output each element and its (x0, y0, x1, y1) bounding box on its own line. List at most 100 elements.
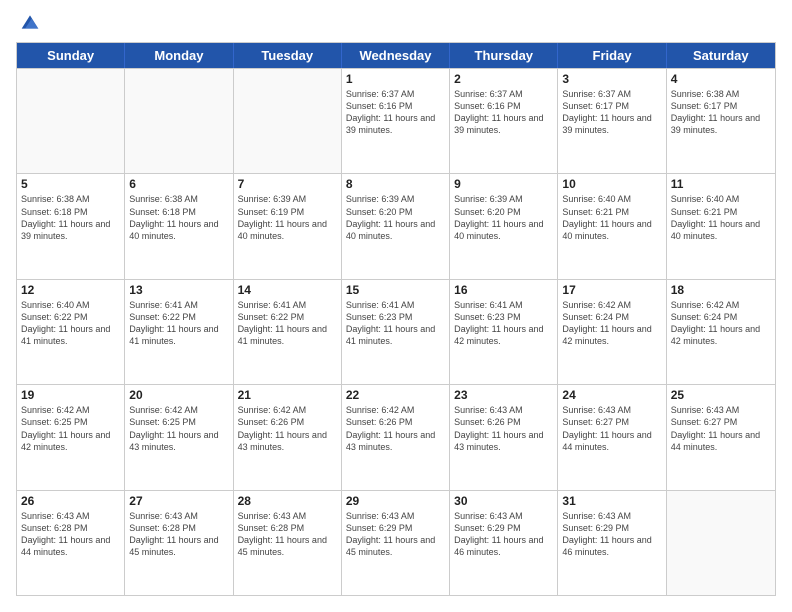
day-info: Sunrise: 6:37 AM Sunset: 6:16 PM Dayligh… (346, 88, 445, 137)
day-cell-20: 20 Sunrise: 6:42 AM Sunset: 6:25 PM Dayli… (125, 385, 233, 489)
day-cell-4: 4 Sunrise: 6:38 AM Sunset: 6:17 PM Daylig… (667, 69, 775, 173)
day-info: Sunrise: 6:39 AM Sunset: 6:19 PM Dayligh… (238, 193, 337, 242)
day-info: Sunrise: 6:42 AM Sunset: 6:25 PM Dayligh… (129, 404, 228, 453)
day-number: 2 (454, 72, 553, 86)
day-number: 16 (454, 283, 553, 297)
empty-cell (234, 69, 342, 173)
day-number: 15 (346, 283, 445, 297)
calendar-week-3: 12 Sunrise: 6:40 AM Sunset: 6:22 PM Dayli… (17, 279, 775, 384)
day-info: Sunrise: 6:41 AM Sunset: 6:23 PM Dayligh… (346, 299, 445, 348)
day-number: 31 (562, 494, 661, 508)
day-number: 22 (346, 388, 445, 402)
day-number: 27 (129, 494, 228, 508)
day-info: Sunrise: 6:38 AM Sunset: 6:18 PM Dayligh… (129, 193, 228, 242)
day-number: 1 (346, 72, 445, 86)
day-number: 9 (454, 177, 553, 191)
header-cell-monday: Monday (125, 43, 233, 68)
day-number: 3 (562, 72, 661, 86)
day-cell-18: 18 Sunrise: 6:42 AM Sunset: 6:24 PM Dayli… (667, 280, 775, 384)
day-info: Sunrise: 6:39 AM Sunset: 6:20 PM Dayligh… (346, 193, 445, 242)
day-number: 12 (21, 283, 120, 297)
day-cell-27: 27 Sunrise: 6:43 AM Sunset: 6:28 PM Dayli… (125, 491, 233, 595)
day-info: Sunrise: 6:41 AM Sunset: 6:23 PM Dayligh… (454, 299, 553, 348)
day-info: Sunrise: 6:41 AM Sunset: 6:22 PM Dayligh… (129, 299, 228, 348)
calendar-week-5: 26 Sunrise: 6:43 AM Sunset: 6:28 PM Dayli… (17, 490, 775, 595)
day-number: 19 (21, 388, 120, 402)
day-info: Sunrise: 6:40 AM Sunset: 6:21 PM Dayligh… (671, 193, 771, 242)
header-cell-saturday: Saturday (667, 43, 775, 68)
calendar-week-2: 5 Sunrise: 6:38 AM Sunset: 6:18 PM Daylig… (17, 173, 775, 278)
day-cell-24: 24Sunrise: 6:43 AM Sunset: 6:27 PM Dayli… (558, 385, 666, 489)
day-cell-16: 16 Sunrise: 6:41 AM Sunset: 6:23 PM Dayli… (450, 280, 558, 384)
day-number: 14 (238, 283, 337, 297)
day-cell-6: 6Sunrise: 6:38 AM Sunset: 6:18 PM Daylig… (125, 174, 233, 278)
day-number: 13 (129, 283, 228, 297)
empty-cell (17, 69, 125, 173)
calendar: SundayMondayTuesdayWednesdayThursdayFrid… (16, 42, 776, 596)
day-info: Sunrise: 6:38 AM Sunset: 6:17 PM Dayligh… (671, 88, 771, 137)
day-info: Sunrise: 6:41 AM Sunset: 6:22 PM Dayligh… (238, 299, 337, 348)
logo (16, 16, 40, 32)
day-info: Sunrise: 6:42 AM Sunset: 6:24 PM Dayligh… (562, 299, 661, 348)
day-cell-7: 7 Sunrise: 6:39 AM Sunset: 6:19 PM Daylig… (234, 174, 342, 278)
day-number: 25 (671, 388, 771, 402)
header-cell-friday: Friday (558, 43, 666, 68)
day-cell-17: 17 Sunrise: 6:42 AM Sunset: 6:24 PM Dayli… (558, 280, 666, 384)
day-cell-15: 15 Sunrise: 6:41 AM Sunset: 6:23 PM Dayli… (342, 280, 450, 384)
day-info: Sunrise: 6:42 AM Sunset: 6:25 PM Dayligh… (21, 404, 120, 453)
day-info: Sunrise: 6:37 AM Sunset: 6:17 PM Dayligh… (562, 88, 661, 137)
day-number: 17 (562, 283, 661, 297)
day-info: Sunrise: 6:42 AM Sunset: 6:26 PM Dayligh… (346, 404, 445, 453)
day-cell-5: 5 Sunrise: 6:38 AM Sunset: 6:18 PM Daylig… (17, 174, 125, 278)
day-number: 26 (21, 494, 120, 508)
day-cell-1: 1 Sunrise: 6:37 AM Sunset: 6:16 PM Daylig… (342, 69, 450, 173)
calendar-week-1: 1 Sunrise: 6:37 AM Sunset: 6:16 PM Daylig… (17, 68, 775, 173)
day-info: Sunrise: 6:43 AM Sunset: 6:26 PM Dayligh… (454, 404, 553, 453)
header-cell-tuesday: Tuesday (234, 43, 342, 68)
day-cell-25: 25 Sunrise: 6:43 AM Sunset: 6:27 PM Dayli… (667, 385, 775, 489)
day-number: 24 (562, 388, 661, 402)
day-cell-12: 12 Sunrise: 6:40 AM Sunset: 6:22 PM Dayli… (17, 280, 125, 384)
day-cell-30: 30Sunrise: 6:43 AM Sunset: 6:29 PM Dayli… (450, 491, 558, 595)
calendar-header: SundayMondayTuesdayWednesdayThursdayFrid… (17, 43, 775, 68)
day-number: 20 (129, 388, 228, 402)
header (16, 16, 776, 32)
day-info: Sunrise: 6:40 AM Sunset: 6:21 PM Dayligh… (562, 193, 661, 242)
day-info: Sunrise: 6:38 AM Sunset: 6:18 PM Dayligh… (21, 193, 120, 242)
day-cell-10: 10 Sunrise: 6:40 AM Sunset: 6:21 PM Dayli… (558, 174, 666, 278)
logo-icon (20, 12, 40, 32)
day-number: 18 (671, 283, 771, 297)
day-info: Sunrise: 6:42 AM Sunset: 6:26 PM Dayligh… (238, 404, 337, 453)
page: SundayMondayTuesdayWednesdayThursdayFrid… (0, 0, 792, 612)
day-cell-29: 29Sunrise: 6:43 AM Sunset: 6:29 PM Dayli… (342, 491, 450, 595)
day-number: 10 (562, 177, 661, 191)
day-info: Sunrise: 6:39 AM Sunset: 6:20 PM Dayligh… (454, 193, 553, 242)
day-info: Sunrise: 6:42 AM Sunset: 6:24 PM Dayligh… (671, 299, 771, 348)
calendar-week-4: 19 Sunrise: 6:42 AM Sunset: 6:25 PM Dayli… (17, 384, 775, 489)
header-cell-thursday: Thursday (450, 43, 558, 68)
day-cell-14: 14 Sunrise: 6:41 AM Sunset: 6:22 PM Dayli… (234, 280, 342, 384)
day-info: Sunrise: 6:40 AM Sunset: 6:22 PM Dayligh… (21, 299, 120, 348)
day-number: 4 (671, 72, 771, 86)
day-number: 7 (238, 177, 337, 191)
day-cell-31: 31 Sunrise: 6:43 AM Sunset: 6:29 PM Dayli… (558, 491, 666, 595)
day-number: 5 (21, 177, 120, 191)
day-cell-23: 23 Sunrise: 6:43 AM Sunset: 6:26 PM Dayli… (450, 385, 558, 489)
day-info: Sunrise: 6:43 AM Sunset: 6:29 PM Dayligh… (562, 510, 661, 559)
day-number: 30 (454, 494, 553, 508)
header-cell-sunday: Sunday (17, 43, 125, 68)
day-cell-13: 13 Sunrise: 6:41 AM Sunset: 6:22 PM Dayli… (125, 280, 233, 384)
day-info: Sunrise: 6:43 AM Sunset: 6:28 PM Dayligh… (238, 510, 337, 559)
day-info: Sunrise: 6:43 AM Sunset: 6:28 PM Dayligh… (129, 510, 228, 559)
day-number: 23 (454, 388, 553, 402)
day-cell-22: 22 Sunrise: 6:42 AM Sunset: 6:26 PM Dayli… (342, 385, 450, 489)
day-info: Sunrise: 6:43 AM Sunset: 6:29 PM Dayligh… (346, 510, 445, 559)
day-number: 21 (238, 388, 337, 402)
day-cell-3: 3 Sunrise: 6:37 AM Sunset: 6:17 PM Daylig… (558, 69, 666, 173)
day-cell-9: 9 Sunrise: 6:39 AM Sunset: 6:20 PM Daylig… (450, 174, 558, 278)
day-info: Sunrise: 6:43 AM Sunset: 6:27 PM Dayligh… (671, 404, 771, 453)
header-cell-wednesday: Wednesday (342, 43, 450, 68)
day-info: Sunrise: 6:43 AM Sunset: 6:28 PM Dayligh… (21, 510, 120, 559)
calendar-body: 1 Sunrise: 6:37 AM Sunset: 6:16 PM Daylig… (17, 68, 775, 595)
day-number: 8 (346, 177, 445, 191)
